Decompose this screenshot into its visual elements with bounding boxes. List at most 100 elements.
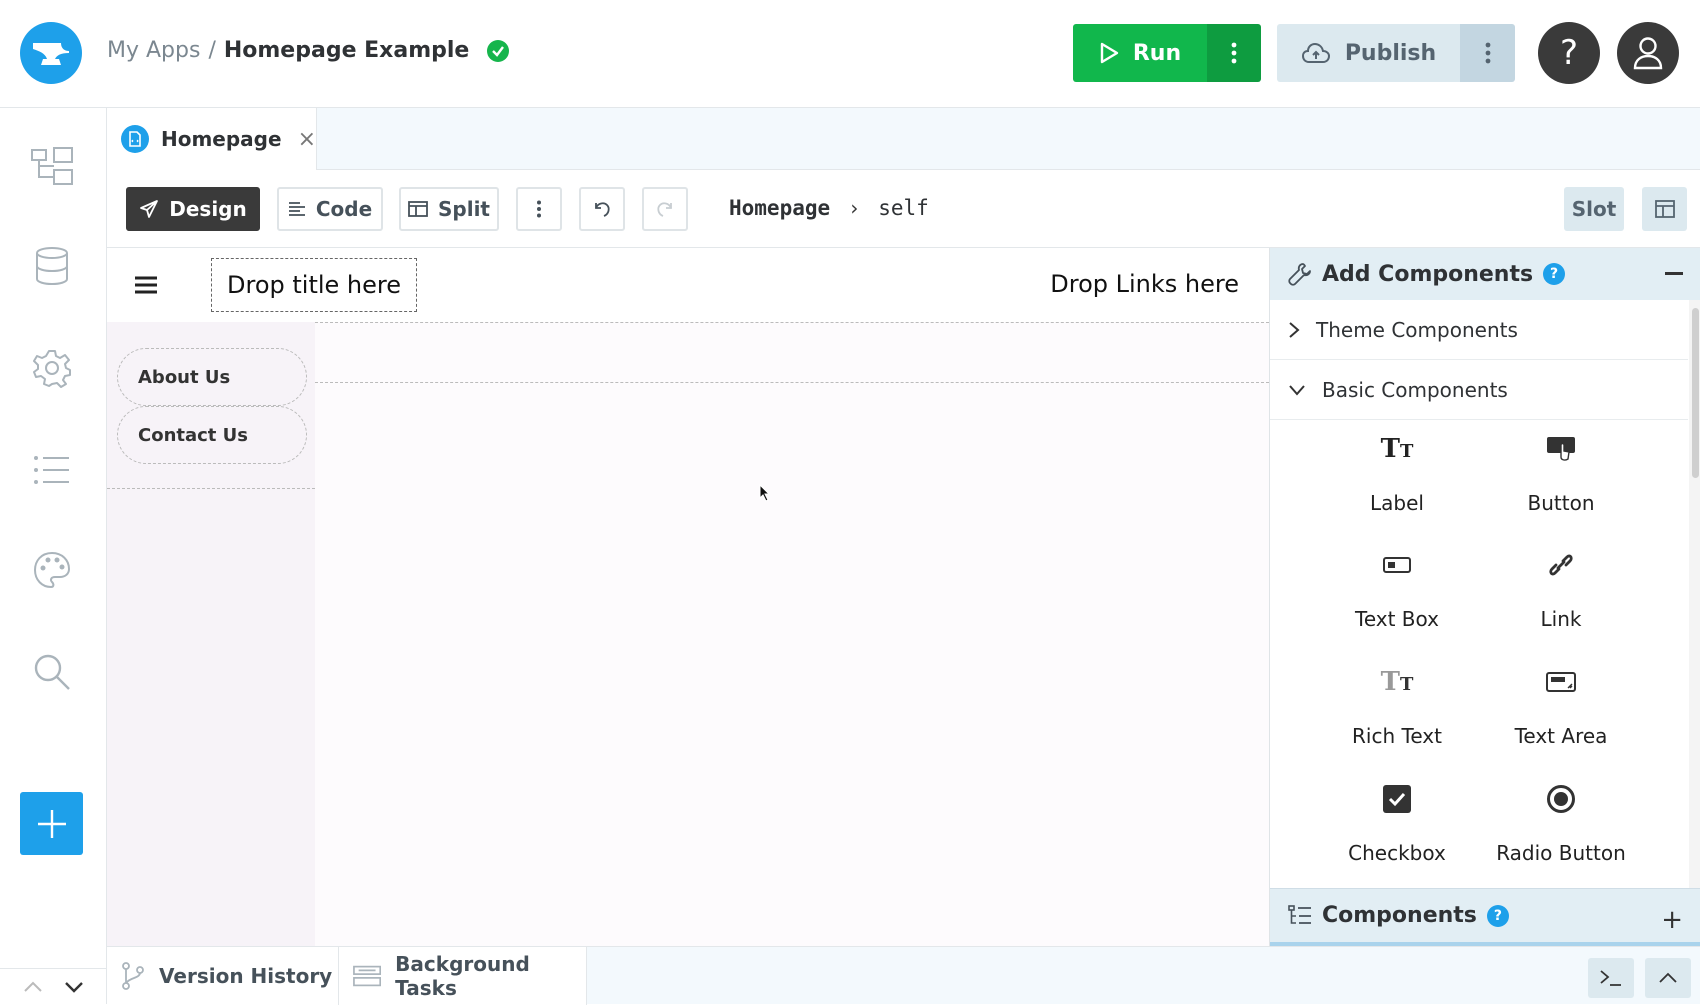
path-self[interactable]: self — [878, 196, 929, 220]
background-tasks-tab[interactable]: Background Tasks — [339, 947, 587, 1005]
panel-layout-button[interactable] — [1642, 187, 1687, 231]
design-label: Design — [169, 197, 247, 221]
app-navbar: Drop title here Drop Links here — [107, 248, 1269, 322]
slot-button[interactable]: Slot — [1564, 187, 1624, 231]
terminal-button[interactable] — [1588, 958, 1634, 998]
breadcrumb-app-name[interactable]: Homepage Example — [224, 38, 470, 63]
plus-icon — [37, 809, 66, 838]
mouse-cursor-icon — [759, 484, 771, 502]
publish-button[interactable]: Publish — [1277, 24, 1460, 82]
help-question-icon: ? — [1559, 33, 1579, 73]
hamburger-menu-icon[interactable] — [133, 270, 159, 300]
component-text-area[interactable]: Text Area — [1476, 656, 1646, 766]
help-question-icon[interactable]: ? — [1543, 263, 1566, 285]
add-components-panel: Add Components ? Theme Components Basic … — [1269, 248, 1700, 946]
play-icon — [1100, 42, 1119, 64]
chevron-up-icon — [1659, 972, 1677, 983]
expand-plus-icon[interactable]: + — [1661, 905, 1683, 935]
component-radio-button[interactable]: Radio Button — [1476, 773, 1646, 883]
version-history-tab[interactable]: Version History — [107, 947, 339, 1005]
layout-panel-icon — [1654, 200, 1675, 218]
run-options-button[interactable] — [1207, 24, 1261, 82]
redo-icon — [657, 202, 672, 217]
path-form-name[interactable]: Homepage — [729, 196, 830, 220]
breadcrumb-my-apps[interactable]: My Apps — [107, 38, 200, 63]
database-icon[interactable] — [26, 240, 78, 292]
theme-palette-icon[interactable] — [26, 544, 78, 596]
component-checkbox[interactable]: Checkbox — [1312, 773, 1482, 883]
run-label: Run — [1132, 40, 1182, 66]
version-history-label: Version History — [159, 964, 333, 988]
divider — [315, 322, 1269, 323]
undo-button[interactable] — [579, 187, 625, 231]
component-rich-text[interactable]: TT Rich Text — [1312, 656, 1482, 766]
add-feature-button[interactable] — [20, 792, 83, 855]
publish-options-button[interactable] — [1460, 24, 1515, 82]
radio-icon — [1546, 777, 1576, 821]
left-sidebar — [0, 108, 107, 1004]
path-chevron-icon: › — [848, 196, 861, 220]
components-scrollbar[interactable] — [1689, 300, 1700, 936]
component-link[interactable]: Link — [1476, 539, 1646, 649]
git-branch-icon — [122, 962, 144, 990]
editor-toolbar: Design Code Split Homepage › self Slot — [107, 170, 1700, 248]
more-options-button[interactable] — [516, 187, 562, 231]
tab-homepage[interactable]: Homepage × — [107, 108, 317, 170]
drop-title-slot[interactable]: Drop title here — [211, 258, 417, 312]
undo-icon — [595, 202, 610, 217]
help-button[interactable]: ? — [1538, 22, 1600, 84]
vertical-dots-icon — [1231, 42, 1237, 64]
section-basic-components[interactable]: Basic Components — [1270, 360, 1688, 420]
split-mode-button[interactable]: Split — [399, 187, 499, 231]
scrollbar-thumb[interactable] — [1692, 308, 1699, 478]
split-view-icon — [408, 201, 428, 217]
section-label: Theme Components — [1316, 317, 1518, 342]
divider — [107, 488, 315, 489]
nav-link-about-us[interactable]: About Us — [117, 348, 307, 406]
background-tasks-label: Background Tasks — [395, 952, 530, 1000]
vertical-dots-icon — [537, 200, 541, 218]
section-theme-components[interactable]: Theme Components — [1270, 300, 1688, 360]
add-components-header[interactable]: Add Components ? — [1270, 248, 1700, 300]
run-button[interactable]: Run — [1073, 24, 1207, 82]
richtext-icon: TT — [1380, 667, 1414, 697]
design-canvas[interactable]: Drop title here Drop Links here About Us… — [107, 248, 1269, 946]
user-avatar-button[interactable] — [1617, 22, 1679, 84]
tree-list-icon — [1288, 904, 1311, 924]
redo-button[interactable] — [642, 187, 688, 231]
top-bar: My Apps / Homepage Example Run Publish ? — [0, 0, 1700, 108]
settings-gear-icon[interactable] — [26, 342, 78, 394]
anvil-logo-icon[interactable] — [20, 22, 82, 84]
chevron-right-icon — [1289, 321, 1300, 338]
nav-link-contact-us[interactable]: Contact Us — [117, 406, 307, 464]
chevron-up-icon[interactable] — [23, 981, 43, 993]
component-text-box[interactable]: Text Box — [1312, 539, 1482, 649]
saved-check-icon — [487, 39, 510, 62]
search-icon[interactable] — [26, 646, 78, 698]
vertical-dots-icon — [1485, 42, 1490, 64]
design-mode-button[interactable]: Design — [126, 187, 260, 231]
publish-label: Publish — [1344, 40, 1437, 66]
code-mode-button[interactable]: Code — [277, 187, 383, 231]
collapse-minus-icon[interactable] — [1665, 272, 1683, 275]
textarea-icon — [1546, 660, 1576, 704]
component-button[interactable]: Button — [1476, 423, 1646, 533]
component-label[interactable]: TT Label — [1312, 423, 1482, 533]
component-label-text: Text Box — [1355, 607, 1439, 631]
component-label-text: Rich Text — [1352, 724, 1442, 748]
chevron-down-icon[interactable] — [64, 981, 84, 993]
breadcrumb: My Apps / Homepage Example — [107, 38, 510, 63]
app-browser-icon[interactable] — [26, 140, 78, 192]
divider — [315, 382, 1269, 383]
expand-bottom-panel-button[interactable] — [1645, 958, 1691, 998]
help-question-icon[interactable]: ? — [1486, 904, 1509, 927]
user-icon — [1633, 37, 1663, 70]
drop-links-slot[interactable]: Drop Links here — [1050, 270, 1239, 298]
component-label-text: Text Area — [1514, 724, 1608, 748]
component-label-text: Link — [1540, 607, 1582, 631]
tab-close-icon[interactable]: × — [298, 127, 316, 152]
list-icon[interactable] — [26, 444, 78, 496]
components-tree-header[interactable]: Components ? + — [1270, 888, 1700, 942]
cloud-upload-icon — [1301, 42, 1330, 63]
textbox-icon — [1383, 543, 1411, 587]
